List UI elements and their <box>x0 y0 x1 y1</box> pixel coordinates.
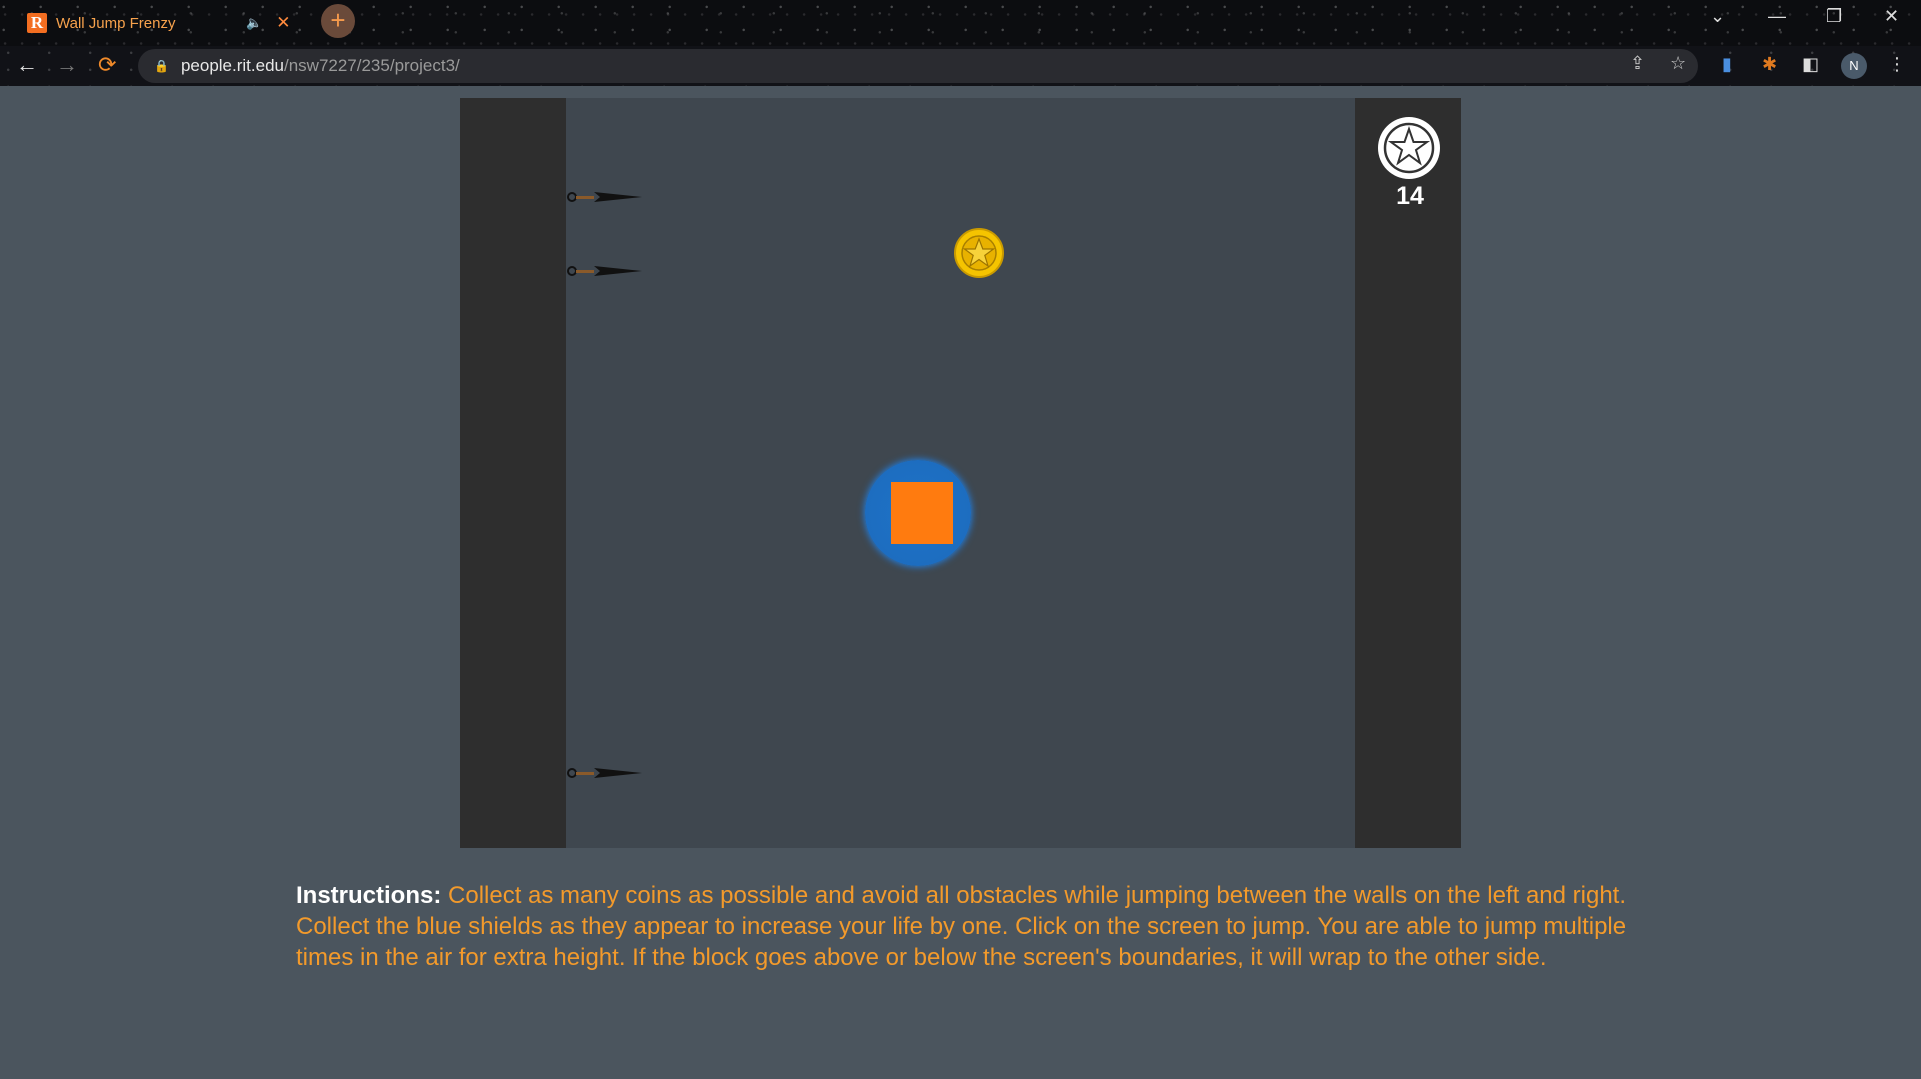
kunai-obstacle-icon <box>567 266 642 276</box>
bookmark-star-icon[interactable]: ☆ <box>1670 53 1686 74</box>
tab-title: Wall Jump Frenzy <box>56 14 176 32</box>
new-tab-button[interactable]: + <box>321 4 355 38</box>
score-star-icon <box>1378 117 1440 179</box>
score-counter: 14 <box>1396 182 1424 210</box>
menu-kebab-icon[interactable]: ⋮ <box>1888 54 1906 75</box>
player-shield <box>865 460 971 566</box>
url-text[interactable]: people.rit.edu/nsw7227/235/project3/ <box>181 56 460 76</box>
close-window-icon[interactable]: ✕ <box>1884 6 1899 27</box>
browser-toolbar: ← → ⟳ 🔒 people.rit.edu/nsw7227/235/proje… <box>0 46 1921 86</box>
browser-tab[interactable]: R Wall Jump Frenzy 🔈 ✕ <box>14 4 314 42</box>
rit-favicon-icon: R <box>27 13 47 33</box>
left-wall <box>460 98 566 848</box>
share-icon[interactable]: ⇪ <box>1630 53 1645 74</box>
restore-icon[interactable]: ❐ <box>1826 6 1842 27</box>
instructions-paragraph: Instructions: Collect as many coins as p… <box>296 880 1636 973</box>
instructions-text: Collect as many coins as possible and av… <box>296 882 1627 971</box>
side-panel-icon[interactable]: ◧ <box>1802 54 1819 75</box>
back-icon[interactable]: ← <box>16 52 38 78</box>
minimize-icon[interactable]: — <box>1768 6 1786 27</box>
close-tab-icon[interactable]: ✕ <box>276 13 290 33</box>
instructions-label: Instructions: <box>296 882 442 909</box>
kunai-obstacle-icon <box>567 768 642 778</box>
reload-icon[interactable]: ⟳ <box>98 52 116 78</box>
tab-search-icon[interactable]: ⌄ <box>1710 6 1725 27</box>
speaker-icon[interactable]: 🔈 <box>246 15 262 31</box>
coin-icon <box>954 228 1004 278</box>
forward-icon[interactable]: → <box>56 52 78 78</box>
address-bar[interactable]: 🔒 people.rit.edu/nsw7227/235/project3/ ⇪… <box>138 49 1698 83</box>
profile-avatar[interactable]: N <box>1841 53 1867 79</box>
game-canvas[interactable]: 14 <box>460 98 1461 848</box>
puzzle-extensions-icon[interactable]: ✱ <box>1762 54 1777 75</box>
kunai-obstacle-icon <box>567 192 642 202</box>
player-block <box>891 482 953 544</box>
browser-titlebar: R Wall Jump Frenzy 🔈 ✕ + ⌄ — ❐ ✕ <box>0 0 1921 46</box>
extension-icon[interactable]: ▮ <box>1722 54 1732 75</box>
lock-icon[interactable]: 🔒 <box>154 59 169 73</box>
